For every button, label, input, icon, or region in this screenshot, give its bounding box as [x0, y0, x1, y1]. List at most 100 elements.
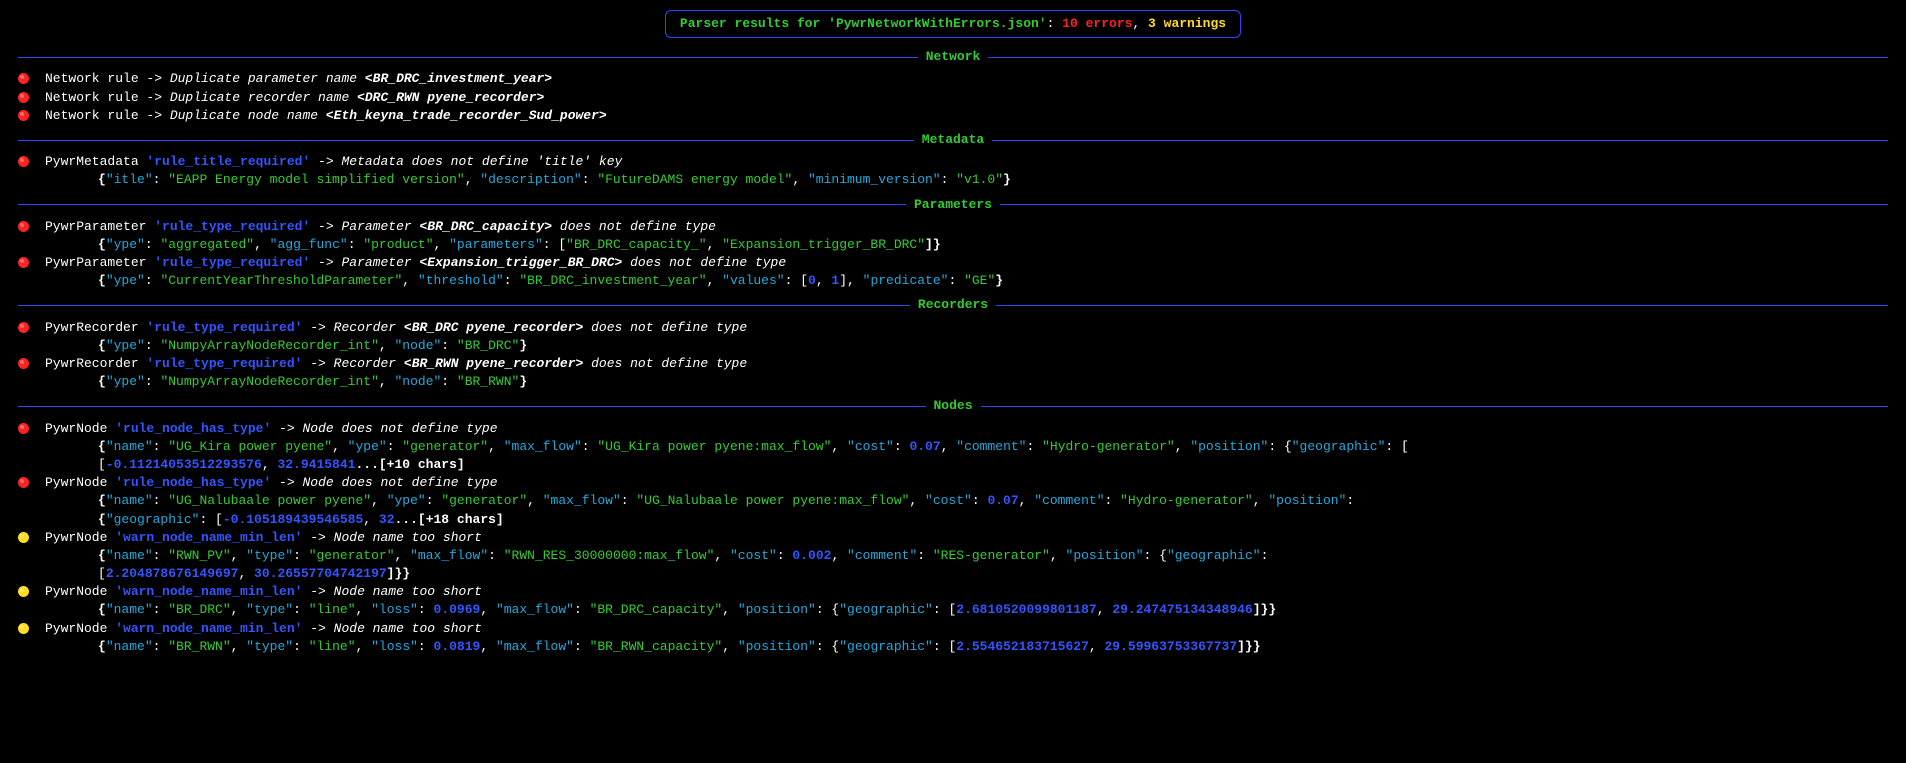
- msg-prefix: Network rule ->: [45, 71, 170, 86]
- json-key: "name": [106, 602, 153, 617]
- colon: :: [941, 172, 957, 187]
- nodes-row-3: PywrNode 'warn_node_name_min_len' -> Nod…: [18, 529, 1888, 547]
- warning-icon: [18, 623, 29, 634]
- json-key: "comment": [956, 439, 1026, 454]
- json-val: "aggregated": [160, 237, 254, 252]
- msg-rule: 'warn_node_name_min_len': [115, 584, 302, 599]
- msg-text: does not define type: [622, 255, 786, 270]
- section-line: [18, 204, 906, 205]
- msg-text: Duplicate recorder name: [170, 90, 357, 105]
- json-val: "BR_DRC_capacity": [590, 602, 723, 617]
- section-line: [988, 57, 1888, 58]
- json-val: "Hydro-generator": [1120, 493, 1253, 508]
- json-key: "geographic": [839, 602, 933, 617]
- parser-header-box: Parser results for 'PywrNetworkWithError…: [665, 10, 1241, 38]
- parameters-msg-2: PywrParameter 'rule_type_required' -> Pa…: [45, 254, 1888, 272]
- json-key: "loss": [371, 639, 418, 654]
- msg-arrow: ->: [302, 530, 333, 545]
- colon: :: [574, 639, 590, 654]
- section-label-recorders: Recorders: [910, 296, 996, 314]
- json-num: -0.105189439546585: [223, 512, 363, 527]
- recorders-json-1: {"ype": "NumpyArrayNodeRecorder_int", "n…: [98, 337, 1888, 355]
- json-key: "minimum_version": [808, 172, 941, 187]
- comma: ,: [722, 639, 738, 654]
- colon: :: [418, 602, 434, 617]
- comma: ,: [434, 237, 450, 252]
- json-key: "geographic": [1292, 439, 1386, 454]
- msg-text: Duplicate node name: [170, 108, 326, 123]
- brace: {: [98, 548, 106, 563]
- nodes-msg-1: PywrNode 'rule_node_has_type' -> Node do…: [45, 420, 1888, 438]
- bracket: [: [98, 566, 106, 581]
- msg-text: Recorder: [334, 320, 404, 335]
- comma: ,: [480, 602, 496, 617]
- network-msg-1: Network rule -> Duplicate parameter name…: [45, 70, 1888, 88]
- brace: {: [98, 273, 106, 288]
- comma: ,: [909, 493, 925, 508]
- comma: ,: [379, 338, 395, 353]
- json-val: "NumpyArrayNodeRecorder_int": [160, 374, 378, 389]
- brace: {: [98, 493, 106, 508]
- json-val: "generator": [309, 548, 395, 563]
- comma: ,: [1089, 639, 1105, 654]
- nodes-json-2b: {"geographic": [-0.105189439546585, 32..…: [98, 511, 1888, 529]
- json-key: "position": [738, 602, 816, 617]
- colon: :: [145, 374, 161, 389]
- trunc: ...[+18 chars]: [395, 512, 504, 527]
- colon: :: [387, 439, 403, 454]
- comma: ,: [792, 172, 808, 187]
- json-key: "description": [480, 172, 581, 187]
- recorders-row-2: PywrRecorder 'rule_type_required' -> Rec…: [18, 355, 1888, 373]
- brace: ]}}: [1253, 602, 1276, 617]
- msg-class: PywrRecorder: [45, 356, 146, 371]
- colon: :: [488, 548, 504, 563]
- colon: :: [777, 548, 793, 563]
- json-key: "max_flow": [410, 548, 488, 563]
- comma: ,: [238, 566, 254, 581]
- header-prefix: Parser results for: [680, 16, 828, 31]
- comma: ,: [231, 548, 247, 563]
- json-val: "BR_DRC_capacity_": [566, 237, 706, 252]
- colon: :: [426, 493, 442, 508]
- json-val: "UG_Nalubaale power pyene": [168, 493, 371, 508]
- error-icon: [18, 423, 29, 434]
- recorders-msg-1: PywrRecorder 'rule_type_required' -> Rec…: [45, 319, 1888, 337]
- json-key: "cost": [730, 548, 777, 563]
- json-val: "BR_RWN": [457, 374, 519, 389]
- msg-class: PywrNode: [45, 621, 115, 636]
- nodes-row-1: PywrNode 'rule_node_has_type' -> Node do…: [18, 420, 1888, 438]
- json-val: "BR_DRC": [168, 602, 230, 617]
- json-num: 0.07: [909, 439, 940, 454]
- comma: ,: [527, 493, 543, 508]
- msg-class: PywrNode: [45, 421, 115, 436]
- error-icon: [18, 477, 29, 488]
- json-val: "FutureDAMS energy model": [597, 172, 792, 187]
- brace: {: [98, 237, 106, 252]
- nodes-msg-2: PywrNode 'rule_node_has_type' -> Node do…: [45, 474, 1888, 492]
- msg-token: <DRC_RWN pyene_recorder>: [357, 90, 544, 105]
- msg-token: <BR_DRC pyene_recorder>: [404, 320, 583, 335]
- json-val: "CurrentYearThresholdParameter": [160, 273, 402, 288]
- msg-token: <Expansion_trigger_BR_DRC>: [419, 255, 622, 270]
- json-key: "comment": [1034, 493, 1104, 508]
- json-key: "node": [394, 374, 441, 389]
- colon: :: [145, 237, 161, 252]
- json-num: 0: [808, 273, 816, 288]
- section-line: [1000, 204, 1888, 205]
- msg-rule: 'rule_type_required': [146, 320, 302, 335]
- colon: :: [504, 273, 520, 288]
- network-msg-3: Network rule -> Duplicate node name <Eth…: [45, 107, 1888, 125]
- section-label-parameters: Parameters: [906, 196, 1000, 214]
- json-num: 2.6810520099801187: [956, 602, 1096, 617]
- msg-token: <BR_DRC_capacity>: [419, 219, 552, 234]
- msg-class: PywrMetadata: [45, 154, 146, 169]
- brace: ]}}: [1237, 639, 1260, 654]
- msg-arrow: ->: [310, 219, 341, 234]
- json-num: 29.59963753367737: [1105, 639, 1238, 654]
- section-line: [996, 305, 1888, 306]
- comma: ,: [402, 273, 418, 288]
- comma: ,: [480, 639, 496, 654]
- comma: ,: [831, 548, 847, 563]
- comma: ,: [332, 439, 348, 454]
- error-icon: [18, 156, 29, 167]
